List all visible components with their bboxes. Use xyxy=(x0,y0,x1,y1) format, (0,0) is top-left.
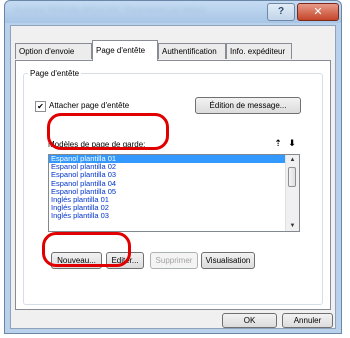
close-button[interactable]: ✕ xyxy=(297,3,339,21)
delete-button[interactable]: Supprimer xyxy=(150,252,198,269)
close-icon: ✕ xyxy=(313,6,323,18)
tab-authentification[interactable]: Authentification xyxy=(158,43,226,59)
scroll-down-icon[interactable]: ▼ xyxy=(286,221,299,231)
dialog-body: Option d'envoie Page d'entête Authentifi… xyxy=(10,25,336,329)
scroll-up-icon[interactable]: ▲ xyxy=(286,155,299,165)
edit-message-button[interactable]: Édition de message... xyxy=(195,97,301,114)
group-title: Page d'entête xyxy=(30,69,80,78)
window-title: Kyocera TASKalfa 3051ci KX - Paramètres … xyxy=(15,6,206,15)
list-item[interactable]: Inglés plantilla 03 xyxy=(49,212,299,220)
title-bar[interactable]: Kyocera TASKalfa 3051ci KX - Paramètres … xyxy=(5,1,341,23)
templates-label: Modèles de page de garde: xyxy=(48,140,146,149)
help-button[interactable]: ? xyxy=(267,3,295,21)
checkmark-icon: ✔ xyxy=(37,102,44,111)
dialog-window: Kyocera TASKalfa 3051ci KX - Paramètres … xyxy=(4,0,342,334)
scroll-thumb[interactable] xyxy=(288,167,296,187)
ok-button[interactable]: OK xyxy=(222,313,277,328)
list-scrollbar[interactable]: ▲ ▼ xyxy=(285,155,299,231)
cancel-button[interactable]: Annuler xyxy=(282,313,333,328)
preview-button[interactable]: Visualisation xyxy=(201,252,255,269)
move-down-icon[interactable]: ⬇ xyxy=(286,137,298,149)
attach-cover-checkbox[interactable]: ✔ xyxy=(35,101,46,112)
attach-cover-label[interactable]: Attacher page d'entête xyxy=(49,101,129,110)
move-up-icon[interactable]: ⇡ xyxy=(272,137,284,149)
templates-listbox[interactable]: Espanol plantilla 01 Espanol plantilla 0… xyxy=(48,154,300,232)
edit-button[interactable]: Editer... xyxy=(106,252,144,269)
tab-page-entete[interactable]: Page d'entête xyxy=(92,40,158,61)
cover-page-group: Page d'entête ✔ Attacher page d'entête É… xyxy=(23,69,323,305)
tab-option-envoie[interactable]: Option d'envoie xyxy=(15,43,92,59)
tab-panel: Page d'entête ✔ Attacher page d'entête É… xyxy=(15,60,331,310)
new-button[interactable]: Nouveau... xyxy=(51,252,102,269)
tab-info-expediteur[interactable]: Info. expéditeur xyxy=(226,43,292,59)
